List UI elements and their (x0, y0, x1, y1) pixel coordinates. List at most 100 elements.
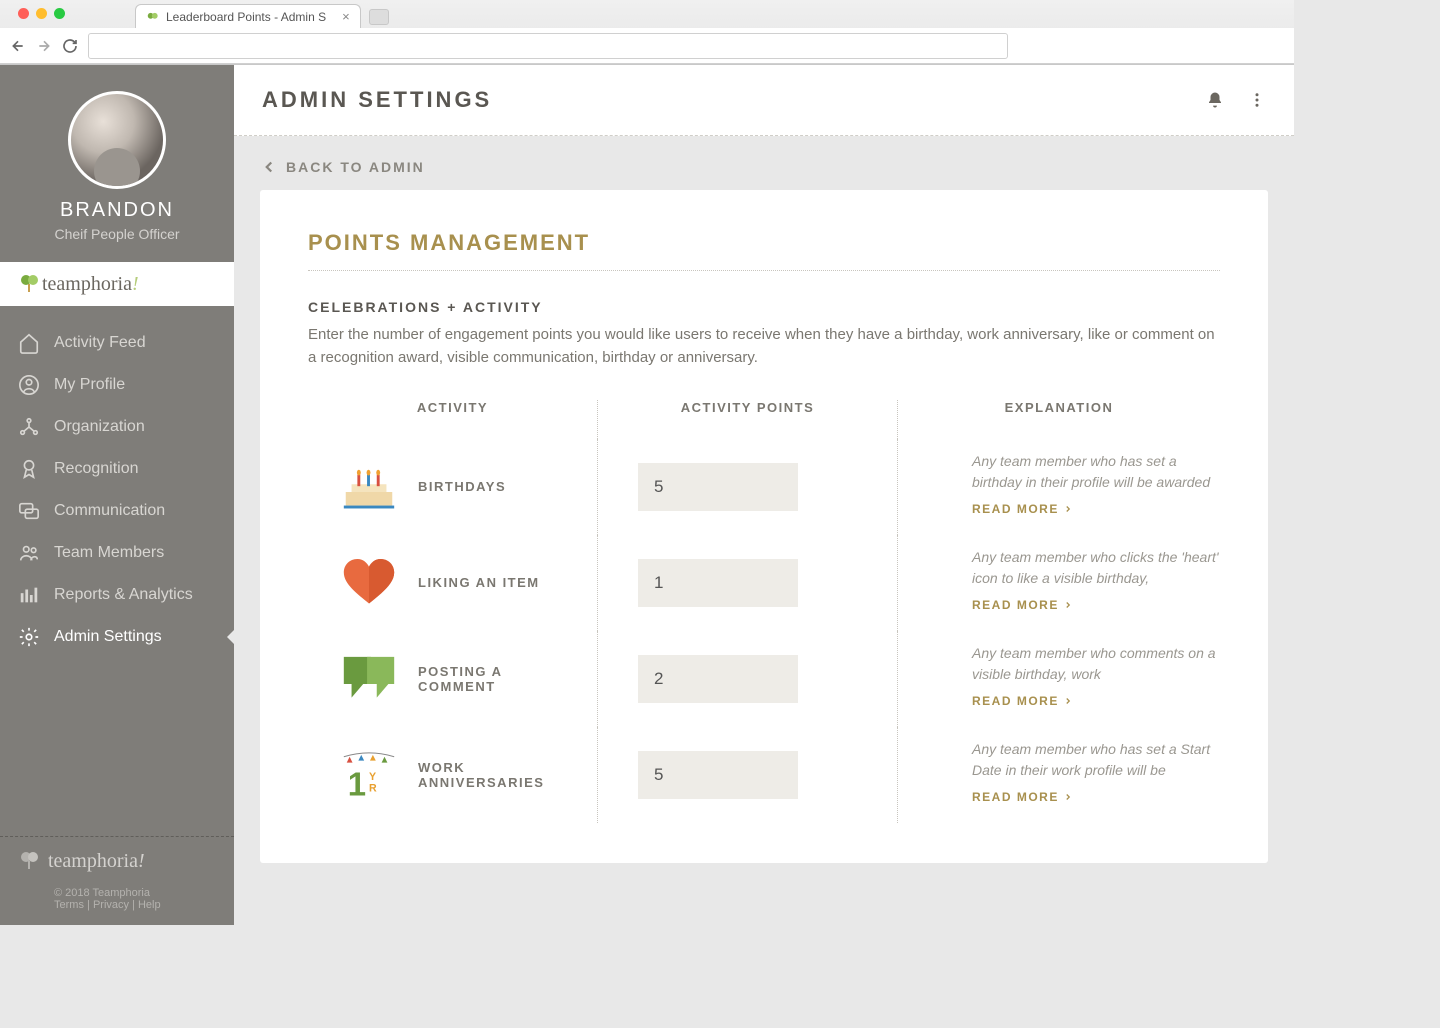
section-description: Enter the number of engagement points yo… (308, 323, 1220, 370)
sidebar-item-team-members[interactable]: Team Members (0, 532, 234, 574)
divider (308, 270, 1220, 271)
heart-icon (338, 557, 400, 609)
explanation-text: Any team member who comments on a visibl… (972, 643, 1220, 686)
sidebar-item-label: My Profile (54, 376, 125, 394)
user-role: Cheif People Officer (10, 226, 224, 242)
minimize-window[interactable] (36, 8, 47, 19)
footer-link-terms[interactable]: Terms (54, 899, 84, 911)
close-window[interactable] (18, 8, 29, 19)
points-cell (598, 727, 898, 823)
footer-link-help[interactable]: Help (138, 899, 161, 911)
explanation-cell: Any team member who comments on a visibl… (898, 631, 1220, 727)
col-header-points: ACTIVITY POINTS (598, 400, 898, 439)
avatar[interactable] (68, 91, 166, 189)
sidebar-item-recognition[interactable]: Recognition (0, 448, 234, 490)
points-input-liking[interactable] (638, 559, 798, 607)
sidebar-item-label: Activity Feed (54, 334, 146, 352)
col-header-activity: ACTIVITY (308, 400, 598, 439)
chevron-right-icon (1063, 696, 1073, 706)
comment-icon (338, 653, 400, 705)
points-input-comment[interactable] (638, 655, 798, 703)
brand-icon (18, 272, 42, 296)
window-controls[interactable] (8, 0, 75, 19)
activity-row: LIKING AN ITEM (308, 535, 598, 631)
points-input-birthdays[interactable] (638, 463, 798, 511)
points-grid: ACTIVITY ACTIVITY POINTS EXPLANATION BIR… (308, 400, 1220, 823)
bell-icon[interactable] (1206, 91, 1224, 109)
bars-icon (18, 584, 40, 606)
read-more-link[interactable]: READ MORE (972, 790, 1220, 804)
user-profile: BRANDON Cheif People Officer (0, 65, 234, 262)
svg-text:1: 1 (348, 766, 366, 800)
team-icon (18, 542, 40, 564)
page-header: ADMIN SETTINGS (234, 65, 1294, 136)
card-title: POINTS MANAGEMENT (308, 230, 1220, 256)
sidebar-item-my-profile[interactable]: My Profile (0, 364, 234, 406)
col-header-explanation: EXPLANATION (898, 400, 1220, 439)
new-tab-button[interactable] (369, 9, 389, 25)
points-cell (598, 535, 898, 631)
brand-banner[interactable]: teamphoria! (0, 262, 234, 306)
browser-chrome: Leaderboard Points - Admin S × (0, 0, 1294, 65)
points-card: POINTS MANAGEMENT CELEBRATIONS + ACTIVIT… (260, 190, 1268, 863)
user-name: BRANDON (10, 199, 224, 222)
section-label: CELEBRATIONS + ACTIVITY (308, 299, 1220, 315)
more-icon[interactable] (1248, 91, 1266, 109)
sidebar-nav: Activity Feed My Profile Organization Re… (0, 306, 234, 828)
browser-reload-button[interactable] (62, 38, 78, 54)
activity-label: POSTING A COMMENT (418, 664, 567, 694)
back-to-ими-admin-link[interactable]: BACK TO ADMIN (260, 152, 1268, 190)
activity-row: 1YR WORK ANNIVERSARIES (308, 727, 598, 823)
read-more-link[interactable]: READ MORE (972, 502, 1220, 516)
activity-label: LIKING AN ITEM (418, 575, 540, 590)
copyright-text: © 2018 Teamphoria (54, 887, 216, 899)
back-link-label: BACK TO ADMIN (286, 159, 425, 175)
chevron-right-icon (1063, 792, 1073, 802)
chevron-right-icon (1063, 504, 1073, 514)
activity-label: WORK ANNIVERSARIES (418, 760, 567, 790)
profile-icon (18, 374, 40, 396)
sidebar-item-label: Admin Settings (54, 628, 162, 646)
browser-forward-button[interactable] (36, 38, 52, 54)
footer-brand: teamphoria! (18, 849, 216, 873)
activity-row: POSTING A COMMENT (308, 631, 598, 727)
explanation-cell: Any team member who has set a birthday i… (898, 439, 1220, 535)
sidebar-item-reports[interactable]: Reports & Analytics (0, 574, 234, 616)
svg-text:R: R (369, 783, 377, 795)
gear-icon (18, 626, 40, 648)
footer-link-privacy[interactable]: Privacy (93, 899, 129, 911)
browser-back-button[interactable] (10, 38, 26, 54)
browser-tab[interactable]: Leaderboard Points - Admin S × (135, 4, 361, 28)
chevron-right-icon (1063, 600, 1073, 610)
read-more-link[interactable]: READ MORE (972, 694, 1220, 708)
sidebar-item-label: Communication (54, 502, 165, 520)
explanation-text: Any team member who has set a Start Date… (972, 739, 1220, 782)
points-input-anniversary[interactable] (638, 751, 798, 799)
points-cell (598, 631, 898, 727)
home-icon (18, 332, 40, 354)
sidebar-item-admin-settings[interactable]: Admin Settings (0, 616, 234, 658)
activity-row: BIRTHDAYS (308, 439, 598, 535)
sidebar-item-activity-feed[interactable]: Activity Feed (0, 322, 234, 364)
brand-icon (18, 849, 42, 873)
brand-text: teamphoria! (42, 273, 139, 296)
award-icon (18, 458, 40, 480)
tab-close-icon[interactable]: × (342, 9, 350, 24)
favicon-icon (146, 10, 160, 24)
read-more-link[interactable]: READ MORE (972, 598, 1220, 612)
url-bar[interactable] (88, 33, 1008, 59)
activity-label: BIRTHDAYS (418, 479, 506, 494)
sidebar-item-communication[interactable]: Communication (0, 490, 234, 532)
sidebar-item-label: Organization (54, 418, 145, 436)
sidebar-item-label: Recognition (54, 460, 139, 478)
maximize-window[interactable] (54, 8, 65, 19)
footer-links: Terms | Privacy | Help (54, 899, 216, 911)
explanation-text: Any team member who clicks the 'heart' i… (972, 547, 1220, 590)
sidebar-item-label: Reports & Analytics (54, 586, 193, 604)
sidebar-item-organization[interactable]: Organization (0, 406, 234, 448)
explanation-cell: Any team member who has set a Start Date… (898, 727, 1220, 823)
org-icon (18, 416, 40, 438)
cake-icon (338, 461, 400, 513)
sidebar: BRANDON Cheif People Officer teamphoria!… (0, 65, 234, 925)
main-content: ADMIN SETTINGS BACK TO ADMIN POINTS MANA… (234, 65, 1294, 925)
